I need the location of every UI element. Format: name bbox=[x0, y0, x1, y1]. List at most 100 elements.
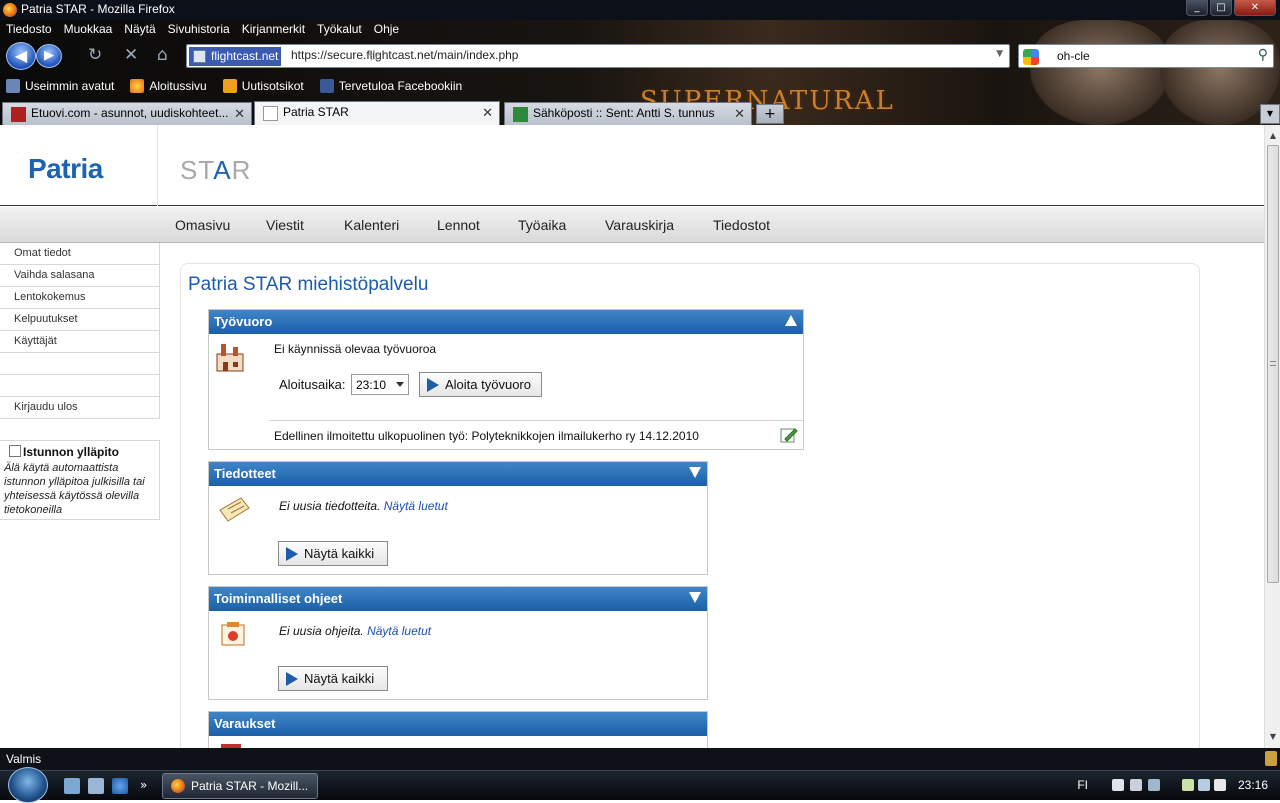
tray-app-icon[interactable] bbox=[1112, 779, 1124, 791]
tab-etuovi[interactable]: Etuovi.com - asunnot, uudiskohteet... ✕ bbox=[2, 102, 252, 125]
expand-arrow-icon[interactable] bbox=[689, 592, 701, 603]
tab-close-icon[interactable]: ✕ bbox=[734, 103, 745, 124]
sidenav-kayttajat[interactable]: Käyttäjät bbox=[0, 331, 160, 353]
search-bar[interactable]: oh-cle ⚲ bbox=[1018, 44, 1274, 68]
tiedotteet-heading: Tiedotteet bbox=[214, 466, 276, 481]
new-tab-button[interactable]: + bbox=[756, 104, 784, 124]
bookmarks-toolbar: Useimmin avatut Aloitussivu Uutisotsikot… bbox=[0, 75, 472, 97]
bookmark-label: Uutisotsikot bbox=[241, 79, 304, 93]
menu-help[interactable]: Ohje bbox=[368, 20, 405, 40]
tyovuoro-header[interactable]: Työvuoro bbox=[209, 310, 803, 334]
list-all-tabs-button[interactable]: ▼ bbox=[1260, 104, 1280, 124]
tiedotteet-header[interactable]: Tiedotteet bbox=[209, 462, 707, 486]
bookmark-star-icon[interactable]: ☆ bbox=[367, 46, 987, 66]
ohjeet-show-all-button[interactable]: Näytä kaikki bbox=[278, 666, 388, 691]
edit-icon[interactable] bbox=[780, 427, 798, 443]
nav-viestit[interactable]: Viestit bbox=[266, 217, 304, 233]
tray-network-icon[interactable] bbox=[1198, 779, 1210, 791]
site-identity-button[interactable]: flightcast.net bbox=[189, 47, 282, 66]
clock[interactable]: 23:16 bbox=[1238, 778, 1268, 792]
home-icon[interactable]: ⌂ bbox=[157, 46, 168, 64]
menu-history[interactable]: Sivuhistoria bbox=[162, 20, 236, 40]
tiedotteet-show-all-button[interactable]: Näytä kaikki bbox=[278, 541, 388, 566]
start-button[interactable] bbox=[8, 767, 48, 803]
collapse-arrow-icon[interactable] bbox=[785, 315, 797, 326]
firefox-bookmark-icon bbox=[130, 79, 145, 93]
tiedotteet-text: Ei uusia tiedotteita. Näytä luetut bbox=[279, 499, 448, 513]
menu-edit[interactable]: Muokkaa bbox=[58, 20, 119, 40]
bookmark-label: Useimmin avatut bbox=[25, 79, 115, 93]
star-logo-r: R bbox=[231, 155, 252, 185]
maximize-button[interactable]: □ bbox=[1210, 0, 1232, 16]
facebook-icon bbox=[319, 79, 334, 93]
site-identity-label: flightcast.net bbox=[211, 49, 279, 63]
nav-tyoaika[interactable]: Työaika bbox=[518, 217, 566, 233]
nav-kalenteri[interactable]: Kalenteri bbox=[344, 217, 399, 233]
play-icon bbox=[427, 378, 439, 392]
sidenav-vaihda-salasana[interactable]: Vaihda salasana bbox=[0, 265, 160, 287]
stop-icon[interactable]: ✕ bbox=[124, 46, 138, 64]
sidenav-kirjaudu-ulos[interactable]: Kirjaudu ulos bbox=[0, 397, 160, 419]
forward-button[interactable]: ▶ bbox=[36, 44, 62, 68]
menu-view[interactable]: Näytä bbox=[118, 20, 161, 40]
tray-app-icon[interactable] bbox=[1130, 779, 1142, 791]
varaukset-header[interactable]: Varaukset bbox=[209, 712, 707, 736]
expand-arrow-icon[interactable] bbox=[689, 467, 701, 478]
nav-lennot[interactable]: Lennot bbox=[437, 217, 480, 233]
status-bar: Valmis bbox=[0, 748, 1280, 770]
tab-label: Etuovi.com - asunnot, uudiskohteet... bbox=[31, 106, 229, 120]
lock-icon[interactable] bbox=[1265, 751, 1277, 766]
close-window-button[interactable]: ✕ bbox=[1234, 0, 1276, 16]
tab-close-icon[interactable]: ✕ bbox=[482, 102, 493, 123]
search-magnifier-icon[interactable]: ⚲ bbox=[1258, 47, 1268, 63]
nav-tiedostot[interactable]: Tiedostot bbox=[713, 217, 770, 233]
tray-power-icon[interactable] bbox=[1182, 779, 1194, 791]
bookmark-start-page[interactable]: Aloitussivu bbox=[124, 75, 207, 97]
start-time-select[interactable]: 23:10 bbox=[351, 374, 409, 395]
menu-bookmarks[interactable]: Kirjanmerkit bbox=[236, 20, 311, 40]
internet-explorer-icon[interactable] bbox=[112, 778, 128, 794]
reload-icon[interactable]: ↻ bbox=[88, 46, 102, 64]
scroll-up-arrow[interactable]: ▲ bbox=[1267, 131, 1279, 143]
quick-launch-more-icon[interactable]: » bbox=[140, 778, 156, 794]
search-input[interactable]: oh-cle bbox=[1057, 49, 1090, 63]
tab-email[interactable]: Sähköposti :: Sent: Antti S. tunnus ✕ bbox=[504, 102, 752, 125]
address-bar[interactable]: flightcast.net https://secure.flightcast… bbox=[186, 44, 1010, 68]
nav-varauskirja[interactable]: Varauskirja bbox=[605, 217, 674, 233]
menu-file[interactable]: Tiedosto bbox=[0, 20, 58, 40]
instructions-icon bbox=[221, 622, 245, 646]
bookmark-most-visited[interactable]: Useimmin avatut bbox=[0, 75, 114, 97]
tab-close-icon[interactable]: ✕ bbox=[234, 103, 245, 124]
menu-tools[interactable]: Työkalut bbox=[311, 20, 368, 40]
sidenav-lentokokemus[interactable]: Lentokokemus bbox=[0, 287, 160, 309]
volume-icon[interactable] bbox=[1214, 779, 1226, 791]
tray-network-icon[interactable] bbox=[1148, 779, 1160, 791]
ohjeet-show-read-link[interactable]: Näytä luetut bbox=[367, 624, 431, 638]
bookmark-headlines[interactable]: Uutisotsikot bbox=[217, 75, 304, 97]
back-button[interactable]: ◀ bbox=[6, 42, 36, 70]
minimize-button[interactable]: _ bbox=[1186, 0, 1208, 16]
start-shift-button[interactable]: Aloita työvuoro bbox=[419, 372, 542, 397]
show-desktop-icon[interactable] bbox=[64, 778, 80, 794]
system-tray: FI 23:16 bbox=[1070, 771, 1280, 801]
browser-chrome: SUPERNATURAL Tiedosto Muokkaa Näytä Sivu… bbox=[0, 20, 1280, 125]
url-dropdown-icon[interactable]: ▼ bbox=[996, 49, 1003, 59]
switch-windows-icon[interactable] bbox=[88, 778, 104, 794]
tiedotteet-panel: Tiedotteet Ei uusia tiedotteita. Näytä l… bbox=[208, 461, 708, 575]
tab-patria-star[interactable]: Patria STAR ✕ bbox=[254, 101, 500, 125]
sidenav-omat-tiedot[interactable]: Omat tiedot bbox=[0, 243, 160, 265]
scrollbar-thumb[interactable] bbox=[1267, 145, 1279, 583]
google-icon[interactable] bbox=[1023, 49, 1039, 65]
ohjeet-header[interactable]: Toiminnalliset ohjeet bbox=[209, 587, 707, 611]
tiedotteet-show-read-link[interactable]: Näytä luetut bbox=[384, 499, 448, 513]
sidenav-kelpuutukset[interactable]: Kelpuutukset bbox=[0, 309, 160, 331]
page-scrollbar[interactable]: ▲ ▼ bbox=[1264, 125, 1280, 748]
nav-omasivu[interactable]: Omasivu bbox=[175, 217, 230, 233]
keep-session-checkbox[interactable] bbox=[9, 445, 21, 457]
scroll-down-arrow[interactable]: ▼ bbox=[1267, 732, 1279, 744]
taskbar-firefox-window[interactable]: Patria STAR - Mozill... bbox=[162, 773, 318, 799]
windows-taskbar: » Patria STAR - Mozill... FI 23:16 bbox=[0, 767, 1280, 803]
navigation-toolbar: ◀ ▶ ↻ ✕ ⌂ flightcast.net https://secure.… bbox=[0, 40, 1280, 70]
language-indicator[interactable]: FI bbox=[1077, 778, 1088, 792]
bookmark-facebook[interactable]: Tervetuloa Facebookiin bbox=[314, 75, 462, 97]
